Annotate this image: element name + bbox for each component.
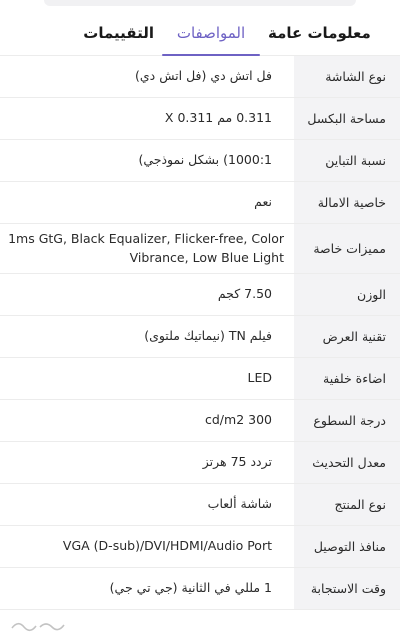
tab-general-info[interactable]: معلومات عامة bbox=[268, 10, 400, 55]
spec-row-special-features: مميزات خاصة 1ms GtG, Black Equalizer, Fl… bbox=[0, 224, 400, 274]
spec-value: فيلم TN (نيماتيك ملتوى) bbox=[144, 328, 272, 344]
spec-value: 1 مللي في الثانية (جي تي جي) bbox=[109, 580, 272, 596]
spec-row-pixel-pitch: مساحة البكسل 0.311 مم X 0.311 bbox=[0, 98, 400, 140]
spec-label: درجة السطوع bbox=[294, 400, 400, 441]
spec-label: نوع المنتج bbox=[294, 484, 400, 525]
top-handle bbox=[0, 0, 400, 8]
spec-value: 1ms GtG, Black Equalizer, Flicker-free, … bbox=[8, 231, 284, 265]
spec-label: نسبة التباين bbox=[294, 140, 400, 181]
spec-row-weight: الوزن 7.50 كجم bbox=[0, 274, 400, 316]
spec-label: تقنية العرض bbox=[294, 316, 400, 357]
spec-row-response-time: وقت الاستجابة 1 مللي في الثانية (جي تي ج… bbox=[0, 568, 400, 610]
spec-label: وقت الاستجابة bbox=[294, 568, 400, 609]
specs-table: نوع الشاشة فل اتش دي (فل اتش دي) مساحة ا… bbox=[0, 56, 400, 610]
tab-bar: معلومات عامة المواصفات التقييمات bbox=[0, 10, 400, 56]
spec-label: معدل التحديث bbox=[294, 442, 400, 483]
spec-value: 7.50 كجم bbox=[217, 286, 272, 302]
watermark-logo bbox=[11, 622, 65, 632]
spec-row-tilt: خاصية الامالة نعم bbox=[0, 182, 400, 224]
spec-value: شاشة ألعاب bbox=[207, 496, 272, 512]
spec-value: 300 cd/m2 bbox=[205, 412, 272, 428]
spec-value: 1000:1) بشكل نموذجي) bbox=[138, 152, 272, 168]
spec-row-ports: منافذ التوصيل VGA (D-sub)/DVI/HDMI/Audio… bbox=[0, 526, 400, 568]
spec-row-contrast: نسبة التباين 1000:1) بشكل نموذجي) bbox=[0, 140, 400, 182]
tab-reviews[interactable]: التقييمات bbox=[0, 10, 154, 55]
spec-row-product-type: نوع المنتج شاشة ألعاب bbox=[0, 484, 400, 526]
spec-value: 0.311 مم X 0.311 bbox=[164, 110, 272, 126]
spec-label: اضاءة خلفية bbox=[294, 358, 400, 399]
spec-value: LED bbox=[247, 370, 273, 386]
spec-row-brightness: درجة السطوع 300 cd/m2 bbox=[0, 400, 400, 442]
spec-value: نعم bbox=[254, 194, 272, 210]
spec-value: فل اتش دي (فل اتش دي) bbox=[135, 68, 272, 84]
tab-specifications[interactable]: المواصفات bbox=[154, 10, 268, 56]
spec-value: VGA (D-sub)/DVI/HDMI/Audio Port bbox=[62, 538, 272, 554]
spec-row-refresh-rate: معدل التحديث تردد 75 هرتز bbox=[0, 442, 400, 484]
spec-row-screen-type: نوع الشاشة فل اتش دي (فل اتش دي) bbox=[0, 56, 400, 98]
spec-label: خاصية الامالة bbox=[294, 182, 400, 223]
spec-label: الوزن bbox=[294, 274, 400, 315]
spec-label: مساحة البكسل bbox=[294, 98, 400, 139]
spec-label: نوع الشاشة bbox=[294, 56, 400, 97]
spec-label: منافذ التوصيل bbox=[294, 526, 400, 567]
spec-row-backlight: اضاءة خلفية LED bbox=[0, 358, 400, 400]
spec-label: مميزات خاصة bbox=[294, 224, 400, 273]
spec-row-display-tech: تقنية العرض فيلم TN (نيماتيك ملتوى) bbox=[0, 316, 400, 358]
spec-value: تردد 75 هرتز bbox=[202, 454, 272, 470]
